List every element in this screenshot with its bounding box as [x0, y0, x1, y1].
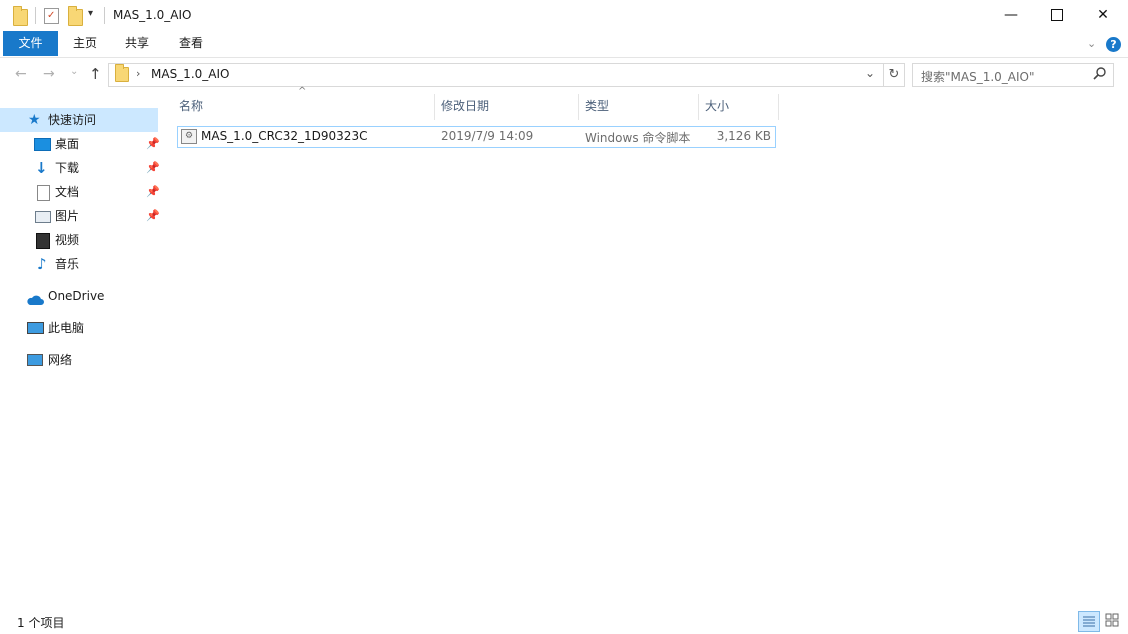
computer-icon: [27, 322, 44, 334]
sidebar-item-pictures[interactable]: 图片 📌: [0, 204, 160, 228]
search-icon[interactable]: [1093, 66, 1107, 82]
search-input[interactable]: 搜索"MAS_1.0_AIO": [912, 63, 1114, 87]
document-icon: [37, 185, 50, 201]
close-button[interactable]: ✕: [1080, 0, 1126, 30]
folder-icon: [115, 64, 129, 82]
sidebar-item-desktop[interactable]: 桌面 📌: [0, 132, 160, 156]
folder-icon: [13, 6, 28, 26]
search-placeholder: 搜索"MAS_1.0_AIO": [921, 70, 1035, 84]
download-icon: ↓: [35, 159, 48, 177]
sidebar-item-label: 视频: [55, 233, 80, 247]
item-count: 1 个项目: [17, 616, 65, 630]
column-header-size[interactable]: 大小: [705, 94, 775, 120]
large-icons-view-icon: [1105, 613, 1119, 627]
tab-home[interactable]: 主页: [60, 31, 110, 56]
sidebar-item-onedrive[interactable]: OneDrive: [0, 284, 158, 308]
sidebar-item-documents[interactable]: 文档 📌: [0, 180, 160, 204]
customize-toolbar-chevron-icon[interactable]: ▾: [88, 8, 93, 19]
sidebar-item-label: 桌面: [55, 137, 80, 151]
refresh-icon[interactable]: ↻: [883, 63, 905, 87]
desktop-icon: [34, 138, 51, 151]
cloud-icon: [26, 290, 44, 314]
file-date: 2019/7/9 14:09: [441, 129, 534, 143]
column-header-date[interactable]: 修改日期: [441, 94, 571, 120]
breadcrumb-separator-icon[interactable]: ›: [136, 67, 140, 80]
sidebar-item-music[interactable]: ♪ 音乐: [0, 252, 158, 276]
expand-ribbon-chevron-icon[interactable]: ⌄: [1087, 37, 1096, 50]
sidebar-item-label: 音乐: [55, 257, 80, 271]
sidebar-item-downloads[interactable]: ↓ 下载 📌: [0, 156, 160, 180]
forward-arrow-icon[interactable]: →: [43, 66, 55, 82]
network-icon: [27, 354, 43, 366]
title-bar: ✓ ▾ MAS_1.0_AIO — ✕: [0, 0, 1128, 31]
script-file-icon: ⚙: [181, 129, 197, 144]
file-size: 3,126 KB: [716, 129, 771, 143]
pin-icon[interactable]: 📌: [146, 204, 160, 228]
tab-share[interactable]: 共享: [112, 31, 162, 56]
properties-icon[interactable]: ✓: [44, 8, 59, 24]
table-row[interactable]: ⚙ MAS_1.0_CRC32_1D90323C 2019/7/9 14:09 …: [177, 126, 776, 148]
sidebar-item-label: OneDrive: [48, 289, 105, 303]
file-name[interactable]: MAS_1.0_CRC32_1D90323C: [201, 129, 367, 143]
address-bar[interactable]: › MAS_1.0_AIO ⌄: [108, 63, 884, 87]
address-dropdown-chevron-icon[interactable]: ⌄: [865, 66, 875, 80]
new-folder-icon[interactable]: [68, 6, 83, 26]
divider: [35, 7, 36, 24]
help-button[interactable]: ?: [1106, 37, 1121, 52]
tab-view[interactable]: 查看: [164, 31, 218, 56]
sidebar-item-label: 网络: [48, 353, 73, 367]
sidebar-item-label: 下载: [55, 161, 80, 175]
pin-icon[interactable]: 📌: [146, 156, 160, 180]
divider: [104, 7, 105, 24]
details-view-icon: [1083, 616, 1095, 627]
large-icons-view-button[interactable]: [1102, 611, 1122, 630]
details-view-button[interactable]: [1078, 611, 1100, 632]
column-divider[interactable]: [698, 94, 699, 120]
video-icon: [36, 233, 50, 249]
sidebar-item-this-pc[interactable]: 此电脑: [0, 316, 158, 340]
status-bar: 1 个项目: [0, 608, 1128, 634]
back-arrow-icon[interactable]: ←: [15, 66, 27, 82]
pin-icon[interactable]: 📌: [146, 132, 160, 156]
column-divider[interactable]: [778, 94, 779, 120]
pin-icon[interactable]: 📌: [146, 180, 160, 204]
recent-locations-chevron-icon[interactable]: ⌄: [70, 66, 78, 77]
star-icon: ★: [28, 112, 41, 128]
up-arrow-icon[interactable]: ↑: [89, 65, 102, 83]
window-title: MAS_1.0_AIO: [113, 8, 192, 22]
sidebar-item-label: 图片: [55, 209, 80, 223]
file-type: Windows 命令脚本: [585, 131, 691, 145]
sidebar-item-quick-access[interactable]: ★ 快速访问: [0, 108, 158, 132]
music-icon: ♪: [37, 255, 47, 273]
sidebar-item-label: 此电脑: [48, 321, 85, 335]
sidebar-item-videos[interactable]: 视频: [0, 228, 158, 252]
sidebar-item-label: 文档: [55, 185, 80, 199]
sidebar-item-network[interactable]: 网络: [0, 348, 158, 372]
breadcrumb[interactable]: MAS_1.0_AIO: [151, 67, 229, 81]
column-divider[interactable]: [434, 94, 435, 120]
tab-file[interactable]: 文件: [3, 31, 58, 56]
maximize-icon: [1051, 9, 1063, 21]
pictures-icon: [35, 211, 51, 223]
column-header-type[interactable]: 类型: [585, 94, 695, 120]
minimize-button[interactable]: —: [988, 0, 1034, 30]
column-divider[interactable]: [578, 94, 579, 120]
maximize-button[interactable]: [1034, 0, 1080, 30]
sidebar-item-label: 快速访问: [48, 113, 97, 127]
column-header-name[interactable]: 名称: [179, 94, 429, 120]
